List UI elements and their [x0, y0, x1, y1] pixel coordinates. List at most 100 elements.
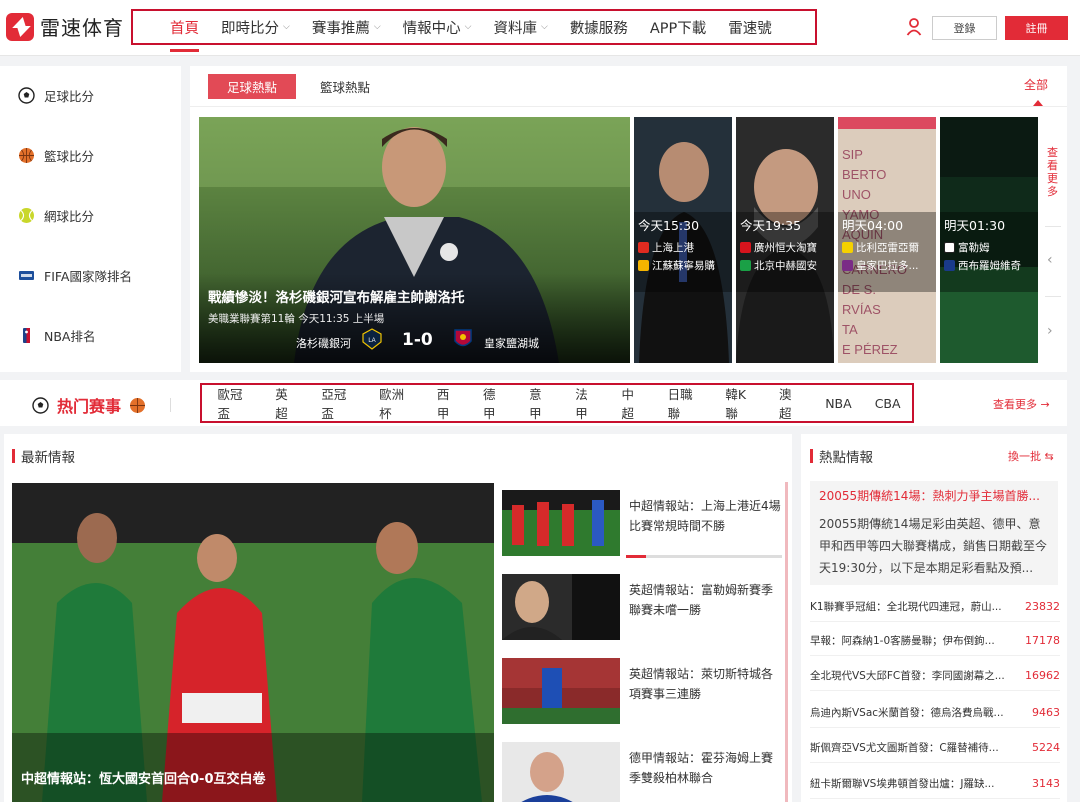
- match-card[interactable]: 今天19:35 廣州恒大淘寶 北京中赫國安: [736, 117, 834, 363]
- site-logo[interactable]: 雷速体育: [6, 12, 124, 41]
- all-link[interactable]: 全部: [1024, 76, 1048, 93]
- divider: [1045, 296, 1061, 297]
- league-link[interactable]: CBA: [863, 396, 912, 411]
- hot-intel-row[interactable]: K1聯賽爭冠組：全北現代四連冠，蔚山... 23832: [810, 592, 1060, 622]
- hot-intel-row[interactable]: 全北現代VS大邱FC首發：李同國謝幕之... 16962: [810, 661, 1060, 691]
- featured-intel-title[interactable]: 20055期傳統14場：熱刺力爭主場首勝...: [819, 487, 1051, 504]
- see-more-leagues-link[interactable]: 查看更多 →: [993, 396, 1050, 412]
- sports-sidebar: 足球比分 籃球比分 網球比分 FIFA國家隊排名 NBA排名: [0, 66, 181, 372]
- view-count: 16962: [1025, 669, 1060, 682]
- league-link[interactable]: 中超: [610, 384, 656, 422]
- hot-intel-text: 紐卡斯爾聯VS埃弗頓首發出爐：J羅缺...: [810, 778, 995, 790]
- hot-intel-row[interactable]: 早報：阿森納1-0客勝曼聯；伊布倒鉤... 17178: [810, 626, 1060, 656]
- sidebar-item-nba-standings[interactable]: NBA排名: [18, 326, 95, 345]
- nav-label: 數據服務: [569, 20, 628, 37]
- news-title: 德甲情報站：霍芬海姆上賽季雙殺柏林聯合: [629, 751, 774, 785]
- featured-news-card[interactable]: 中超情報站：恆大國安首回合0-0互交白卷: [12, 483, 494, 802]
- view-count: 9463: [1032, 706, 1060, 719]
- divider: [190, 106, 1067, 107]
- league-link[interactable]: 西甲: [425, 384, 471, 422]
- league-link[interactable]: 法甲: [564, 384, 610, 422]
- tab-football-hot[interactable]: 足球熱點: [208, 74, 296, 99]
- sidebar-item-football-scores[interactable]: 足球比分: [18, 86, 94, 105]
- hot-intel-text: K1聯賽爭冠組：全北現代四連冠，蔚山...: [810, 601, 1002, 613]
- sidebar-item-fifa-ranking[interactable]: FIFA國家隊排名: [18, 266, 132, 285]
- sidebar-item-label: 足球比分: [44, 89, 95, 104]
- news-title: 中超情報站：上海上港近4場比賽常規時間不勝: [629, 499, 781, 533]
- login-button[interactable]: 登錄: [932, 16, 997, 40]
- sidebar-item-tennis-scores[interactable]: 網球比分: [18, 206, 94, 225]
- news-item[interactable]: 英超情報站：富勒姆新賽季聯賽未嚐一勝: [502, 574, 784, 644]
- team-crest-icon: [842, 242, 853, 253]
- league-link[interactable]: 意甲: [518, 384, 564, 422]
- match-card[interactable]: 明天01:30 富勒姆 西布羅姆維奇: [940, 117, 1038, 363]
- nav-item-recommendations[interactable]: 賽事推薦 ⌵: [301, 11, 392, 43]
- svg-text:BERTO: BERTO: [842, 167, 886, 182]
- user-icon[interactable]: [906, 18, 922, 36]
- register-button[interactable]: 註冊: [1005, 16, 1068, 40]
- sidebar-item-label: FIFA國家隊排名: [44, 269, 132, 284]
- nav-item-home[interactable]: 首頁: [159, 11, 210, 52]
- refresh-batch-button[interactable]: 換一批 ⇆: [1008, 448, 1054, 464]
- hot-intel-row[interactable]: 紐卡斯爾聯VS埃弗頓首發出爐：J羅缺... 3143: [810, 769, 1060, 799]
- away-team: 西布羅姆維奇: [944, 258, 1021, 273]
- view-count: 17178: [1025, 634, 1060, 647]
- tab-basketball-hot[interactable]: 籃球熱點: [320, 74, 370, 99]
- main-nav: 首頁 即時比分 ⌵ 賽事推薦 ⌵ 情報中心 ⌵ 資料庫 ⌵ 數據服務 APP下載 雷速號: [131, 9, 817, 52]
- featured-match-card[interactable]: 戰績慘淡！洛杉磯銀河宣布解雇主帥謝洛托 美職業聯賽第11輪 今天11:35 上半…: [199, 117, 630, 363]
- team-crest-icon: [944, 242, 955, 253]
- see-more-link[interactable]: 查看更多: [1047, 146, 1059, 198]
- league-link[interactable]: 亞冠盃: [310, 384, 368, 422]
- sidebar-item-basketball-scores[interactable]: 籃球比分: [18, 146, 94, 165]
- chevron-right-icon[interactable]: ›: [1047, 323, 1053, 339]
- nav-item-data-service[interactable]: 數據服務: [559, 11, 639, 43]
- league-link[interactable]: 歐洲杯: [368, 384, 426, 422]
- la-galaxy-crest-icon: LA: [362, 328, 382, 350]
- league-link[interactable]: 歐冠盃: [206, 384, 264, 422]
- divider: [1045, 226, 1061, 227]
- league-link[interactable]: 韓K聯: [714, 384, 768, 422]
- hot-intel-row[interactable]: 烏迪內斯VSac米蘭首發：德烏洛費烏戰... 9463: [810, 698, 1060, 728]
- featured-title: 戰績慘淡！洛杉磯銀河宣布解雇主帥謝洛托: [208, 290, 465, 306]
- carousel-progress-fill: [626, 555, 647, 558]
- kickoff-time: 明天01:30: [944, 218, 1006, 233]
- news-item[interactable]: 中超情報站：上海上港近4場比賽常規時間不勝: [502, 490, 784, 560]
- featured-news-photo: [12, 483, 494, 802]
- nav-item-leisu-account[interactable]: 雷速號: [717, 11, 783, 43]
- nav-item-intel-center[interactable]: 情報中心 ⌵: [392, 11, 483, 43]
- carousel-progress-track: [626, 555, 782, 558]
- news-item[interactable]: 德甲情報站：霍芬海姆上賽季雙殺柏林聯合: [502, 742, 784, 802]
- league-link[interactable]: NBA: [814, 396, 863, 411]
- nav-item-database[interactable]: 資料庫 ⌵: [482, 11, 558, 43]
- news-scrollbar[interactable]: [785, 482, 788, 802]
- kickoff-time: 今天15:30: [638, 218, 700, 233]
- league-link[interactable]: 英超: [264, 384, 310, 422]
- fifa-icon: [19, 271, 34, 280]
- chevron-down-icon: ⌵: [540, 22, 548, 32]
- chevron-left-icon[interactable]: ‹: [1047, 252, 1053, 268]
- match-card[interactable]: SIP BERTO UNO YAMO AQUIN CARNERO DE S. RVÍAS TA E…: [838, 117, 936, 363]
- soccer-ball-icon: [18, 87, 35, 104]
- league-link[interactable]: 澳超: [768, 384, 814, 422]
- featured-news-caption: 中超情報站：恆大國安首回合0-0互交白卷: [21, 772, 266, 787]
- team-crest-icon: [638, 242, 649, 253]
- hot-intel-row[interactable]: 斯佩齊亞VS尤文圖斯首發：C羅替補待... 5224: [810, 733, 1060, 763]
- nav-item-live-scores[interactable]: 即時比分 ⌵: [210, 11, 301, 43]
- divider: [170, 398, 172, 412]
- chevron-down-icon: ⌵: [373, 22, 381, 32]
- chevron-down-icon: ⌵: [283, 22, 290, 32]
- tennis-ball-icon: [19, 208, 34, 223]
- view-count: 5224: [1032, 741, 1060, 754]
- match-card[interactable]: 今天15:30 上海上港 江蘇蘇寧易購: [634, 117, 732, 363]
- team-crest-icon: [638, 260, 649, 271]
- league-link[interactable]: 德甲: [471, 384, 517, 422]
- nav-item-app-download[interactable]: APP下載: [639, 11, 717, 43]
- news-title: 英超情報站：富勒姆新賽季聯賽未嚐一勝: [629, 583, 774, 617]
- section-title: 热门赛事: [57, 397, 122, 416]
- team-name: 廣州恒大淘寶: [754, 242, 817, 254]
- league-link[interactable]: 日職聯: [656, 384, 714, 422]
- featured-meta: 美職業聯賽第11輪 今天11:35 上半場: [208, 313, 385, 325]
- news-item[interactable]: 英超情報站：萊切斯特城各項賽事三連勝: [502, 658, 784, 728]
- chevron-down-icon: ⌵: [464, 22, 472, 32]
- team-name: 西布羅姆維奇: [958, 260, 1021, 272]
